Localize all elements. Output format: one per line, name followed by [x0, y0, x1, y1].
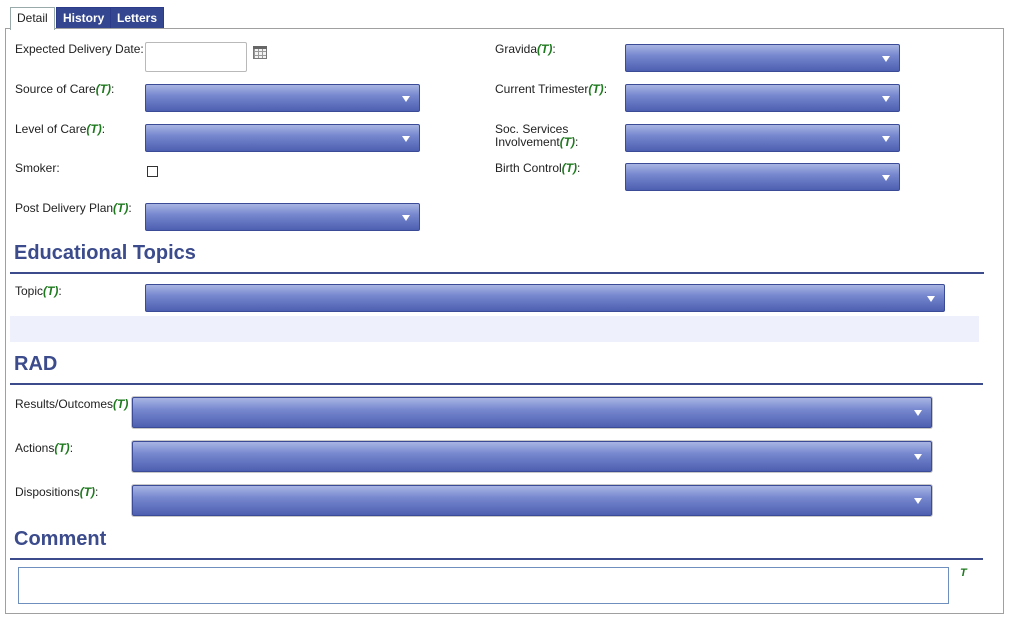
dispositions-label: Dispositions(T): — [15, 485, 99, 499]
birth-control-label: Birth Control(T): — [495, 161, 581, 175]
actions-dropdown[interactable] — [132, 441, 932, 472]
gravida-label: Gravida(T): — [495, 42, 556, 56]
smoker-checkbox[interactable] — [147, 166, 158, 177]
chevron-down-icon — [882, 56, 890, 62]
educational-topics-title: Educational Topics — [14, 242, 196, 264]
birth-control-dropdown[interactable] — [625, 163, 900, 191]
results-outcomes-dropdown[interactable] — [132, 397, 932, 428]
chevron-down-icon — [914, 454, 922, 460]
gravida-dropdown[interactable] — [625, 44, 900, 72]
source-of-care-dropdown[interactable] — [145, 84, 420, 112]
soc-services-dropdown[interactable] — [625, 124, 900, 152]
chevron-down-icon — [882, 175, 890, 181]
level-of-care-dropdown[interactable] — [145, 124, 420, 152]
rad-title: RAD — [14, 353, 58, 375]
soc-services-label: Soc. Services Involvement(T): — [495, 123, 578, 149]
current-trimester-label: Current Trimester(T): — [495, 82, 608, 96]
tab-detail[interactable]: Detail — [10, 7, 55, 30]
results-outcomes-label: Results/Outcomes(T) — [15, 397, 129, 411]
calendar-icon[interactable] — [253, 46, 267, 59]
chevron-down-icon — [914, 498, 922, 504]
chevron-down-icon — [882, 96, 890, 102]
expected-delivery-date-label: Expected Delivery Date: — [15, 42, 144, 56]
chevron-down-icon — [402, 136, 410, 142]
post-delivery-plan-label: Post Delivery Plan(T): — [15, 201, 132, 215]
current-trimester-dropdown[interactable] — [625, 84, 900, 112]
comment-t-marker: T — [960, 567, 967, 579]
smoker-label: Smoker: — [15, 161, 60, 175]
topic-label: Topic(T): — [15, 284, 62, 298]
topic-dropdown[interactable] — [145, 284, 945, 312]
comment-textarea[interactable] — [18, 567, 949, 604]
chevron-down-icon — [927, 296, 935, 302]
chevron-down-icon — [402, 96, 410, 102]
actions-label: Actions(T): — [15, 441, 74, 455]
tab-history[interactable]: History — [56, 7, 112, 29]
chevron-down-icon — [402, 215, 410, 221]
chevron-down-icon — [882, 136, 890, 142]
educational-topics-divider — [10, 272, 984, 274]
soc-services-label-line2: Involvement(T): — [495, 135, 579, 149]
comment-divider — [10, 558, 983, 560]
topic-list-area — [10, 316, 979, 342]
expected-delivery-date-input[interactable] — [145, 42, 247, 72]
chevron-down-icon — [914, 410, 922, 416]
post-delivery-plan-dropdown[interactable] — [145, 203, 420, 231]
tab-letters[interactable]: Letters — [110, 7, 165, 29]
rad-divider — [10, 383, 983, 385]
comment-title: Comment — [14, 528, 107, 550]
dispositions-dropdown[interactable] — [132, 485, 932, 516]
level-of-care-label: Level of Care(T): — [15, 122, 106, 136]
source-of-care-label: Source of Care(T): — [15, 82, 115, 96]
